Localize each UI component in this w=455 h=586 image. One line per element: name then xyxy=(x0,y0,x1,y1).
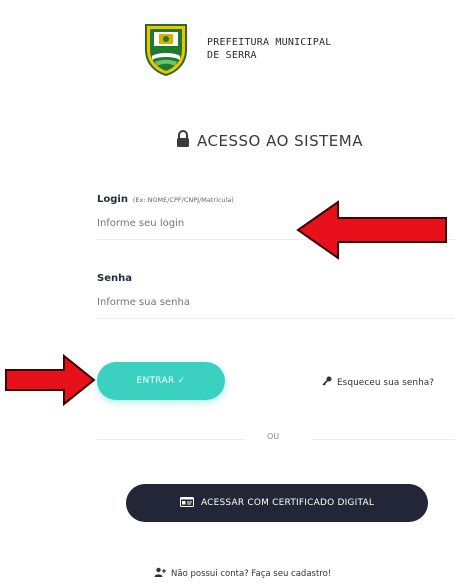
org-name-line2: DE SERRA xyxy=(207,50,257,61)
password-input[interactable] xyxy=(97,294,455,310)
enter-button-label: ENTRAR ✓ xyxy=(136,376,186,386)
id-card-icon xyxy=(179,496,194,510)
page-title: ACESSO AO SISTEMA xyxy=(175,130,363,152)
city-crest-icon xyxy=(143,22,189,77)
divider-label: OU xyxy=(267,432,280,441)
login-label: Login xyxy=(97,194,128,205)
enter-button[interactable]: ENTRAR ✓ xyxy=(97,362,225,400)
password-label: Senha xyxy=(97,273,132,284)
certificate-login-label: ACESSAR COM CERTIFICADO DIGITAL xyxy=(200,498,375,508)
password-field: Senha xyxy=(97,273,455,319)
lock-icon xyxy=(175,130,191,152)
register-label: Não possui conta? Faça seu cadastro! xyxy=(171,568,332,579)
login-hint: (Ex: NOME/CPF/CNPJ/Matricula) xyxy=(132,196,234,204)
annotation-arrow-left-icon xyxy=(294,196,454,264)
divider-left xyxy=(97,439,245,440)
annotation-arrow-right-icon xyxy=(0,352,100,408)
page-title-text: ACESSO AO SISTEMA xyxy=(197,132,363,150)
org-name: PREFEITURA MUNICIPAL DE SERRA xyxy=(207,36,331,62)
key-icon xyxy=(322,376,332,389)
register-link[interactable]: Não possui conta? Faça seu cadastro! xyxy=(154,567,331,580)
org-name-line1: PREFEITURA MUNICIPAL xyxy=(207,37,332,48)
add-user-icon xyxy=(154,567,166,580)
forgot-password-label: Esqueceu sua senha? xyxy=(337,377,435,388)
divider-right xyxy=(312,439,455,440)
forgot-password-link[interactable]: Esqueceu sua senha? xyxy=(322,376,434,389)
password-label-row: Senha xyxy=(97,273,455,284)
password-underline xyxy=(97,318,455,319)
certificate-login-button[interactable]: ACESSAR COM CERTIFICADO DIGITAL xyxy=(126,484,428,522)
